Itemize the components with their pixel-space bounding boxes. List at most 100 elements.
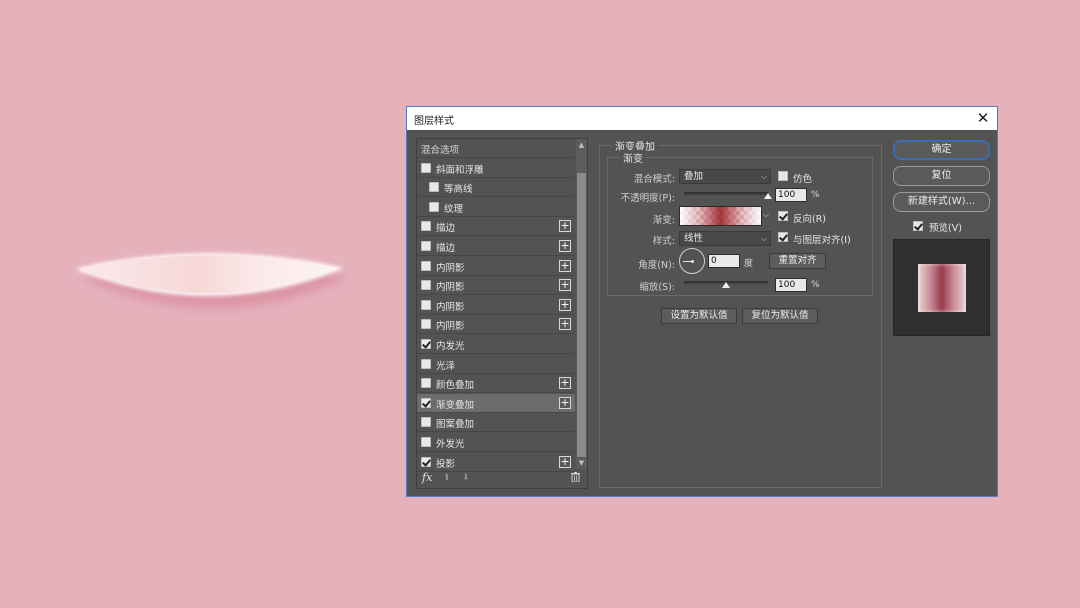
style-item-checkbox[interactable] xyxy=(421,358,431,369)
style-item-label: 斜面和浮雕 xyxy=(436,164,484,176)
blending-options-label: 混合选项 xyxy=(421,145,460,156)
scale-input[interactable]: 100 xyxy=(775,278,807,292)
scale-slider[interactable] xyxy=(684,281,768,288)
style-item-checkbox[interactable] xyxy=(421,397,431,408)
fx-toolbar: fx ⬆ ⬇ xyxy=(417,469,587,489)
style-item[interactable]: 外发光 xyxy=(417,433,575,452)
style-item-checkbox[interactable] xyxy=(429,182,439,193)
reset-align-button[interactable]: 重置对齐 xyxy=(769,253,826,269)
style-item[interactable]: 内阴影 + xyxy=(417,315,575,335)
style-item-checkbox[interactable] xyxy=(421,319,431,330)
style-item-checkbox[interactable] xyxy=(421,437,431,447)
style-item-label: 内阴影 xyxy=(436,262,465,274)
style-item[interactable]: 等高线 xyxy=(417,178,575,198)
close-icon[interactable]: ✕ xyxy=(973,108,993,128)
styles-scrollbar[interactable]: ▲ ▼ xyxy=(576,139,587,469)
style-item-label: 等高线 xyxy=(444,184,473,196)
style-item-checkbox[interactable] xyxy=(421,378,431,389)
add-style-icon[interactable]: + xyxy=(559,279,571,292)
style-item-checkbox[interactable] xyxy=(421,162,431,173)
gradient-picker[interactable] xyxy=(679,206,762,226)
style-item-checkbox[interactable] xyxy=(421,280,431,291)
style-item-checkbox[interactable] xyxy=(421,417,431,428)
gradient-label: 渐变: xyxy=(652,215,675,226)
reset-button[interactable]: 复位 xyxy=(893,166,990,186)
style-item-checkbox[interactable] xyxy=(421,299,431,310)
style-item-checkbox[interactable] xyxy=(421,339,431,349)
opacity-input[interactable]: 100 xyxy=(775,188,807,202)
set-default-button[interactable]: 设置为默认值 xyxy=(661,308,737,324)
align-with-layer-checkbox[interactable] xyxy=(778,232,788,242)
style-item[interactable]: 纹理 xyxy=(417,198,575,217)
style-item-checkbox[interactable] xyxy=(421,221,431,232)
style-item[interactable]: 颜色叠加 + xyxy=(417,374,575,394)
style-label: 样式: xyxy=(652,236,675,247)
angle-input[interactable]: 0 xyxy=(708,254,740,268)
new-style-button[interactable]: 新建样式(W)... xyxy=(893,192,990,212)
ok-button[interactable]: 确定 xyxy=(893,140,990,160)
scroll-up-icon[interactable]: ▲ xyxy=(576,139,587,151)
style-item[interactable]: 内阴影 + xyxy=(417,257,575,276)
style-item-label: 图案叠加 xyxy=(436,419,475,431)
scale-slider-knob[interactable] xyxy=(722,282,730,288)
add-style-icon[interactable]: + xyxy=(559,377,571,390)
scale-unit: % xyxy=(811,280,820,290)
style-item-label: 外发光 xyxy=(436,439,465,450)
opacity-unit: % xyxy=(811,190,820,200)
dialog-title: 图层样式 xyxy=(414,116,454,127)
gradient-overlay-group: 渐变叠加 渐变 混合模式: 叠加 ⌵ 仿色 不透明度(P): 100 % 渐变:… xyxy=(599,138,882,488)
arrow-up-icon[interactable]: ⬆ xyxy=(443,473,451,483)
angle-center-dot xyxy=(691,260,694,263)
scroll-down-icon[interactable]: ▼ xyxy=(576,457,587,469)
reverse-checkbox[interactable] xyxy=(778,211,788,221)
angle-unit: 度 xyxy=(744,259,754,269)
style-item-label: 颜色叠加 xyxy=(436,380,475,392)
style-item[interactable]: 图案叠加 xyxy=(417,413,575,433)
dither-checkbox[interactable] xyxy=(778,171,788,181)
style-item[interactable]: 内阴影 + xyxy=(417,276,575,296)
add-style-icon[interactable]: + xyxy=(559,240,571,252)
add-style-icon[interactable]: + xyxy=(559,259,571,272)
chevron-down-icon[interactable]: ⌵ xyxy=(763,210,769,220)
style-item-checkbox[interactable] xyxy=(429,201,439,212)
style-item-label: 描边 xyxy=(436,223,456,235)
style-item-label: 内阴影 xyxy=(436,301,465,313)
arrow-down-icon[interactable]: ⬇ xyxy=(462,473,470,483)
opacity-slider-knob[interactable] xyxy=(764,193,772,199)
style-item-label: 光泽 xyxy=(436,360,456,372)
add-style-icon[interactable]: + xyxy=(559,396,571,409)
scroll-thumb[interactable] xyxy=(577,173,586,457)
opacity-slider[interactable] xyxy=(684,192,772,199)
style-item-checkbox[interactable] xyxy=(421,241,431,251)
style-item[interactable]: 内阴影 + xyxy=(417,296,575,315)
gradient-style-select[interactable]: 线性 ⌵ xyxy=(679,231,771,246)
fx-button[interactable]: fx xyxy=(422,471,432,484)
style-item-label: 内发光 xyxy=(436,341,465,352)
style-item[interactable]: 描边 + xyxy=(417,217,575,237)
scale-label: 缩放(S): xyxy=(639,282,675,293)
layer-style-dialog: 图层样式 ✕ 混合选项 斜面和浮雕 等高线 纹理 描边 + 描边 + 内阴影 + 内阴影 + 内阴影 +… xyxy=(406,106,998,497)
blending-options-item[interactable]: 混合选项 xyxy=(417,139,575,158)
style-item[interactable]: 描边 + xyxy=(417,237,575,256)
add-style-icon[interactable]: + xyxy=(559,298,571,311)
styles-list-panel: 混合选项 斜面和浮雕 等高线 纹理 描边 + 描边 + 内阴影 + 内阴影 + 内阴影 + 内阴影 + 内发光… xyxy=(416,138,588,489)
style-item-checkbox[interactable] xyxy=(421,260,431,271)
style-item[interactable]: 光泽 xyxy=(417,355,575,374)
petal-artwork xyxy=(75,253,348,309)
add-style-icon[interactable]: + xyxy=(559,220,571,233)
chevron-down-icon: ⌵ xyxy=(760,234,767,243)
style-item[interactable]: 内发光 xyxy=(417,335,575,354)
trash-icon[interactable] xyxy=(571,472,580,482)
add-style-icon[interactable]: + xyxy=(559,318,571,331)
style-item-checkbox[interactable] xyxy=(421,456,431,467)
blend-mode-select[interactable]: 叠加 ⌵ xyxy=(679,169,771,184)
preview-checkbox[interactable] xyxy=(913,221,923,231)
blend-mode-value: 叠加 xyxy=(684,171,704,182)
style-item[interactable]: 斜面和浮雕 xyxy=(417,159,575,178)
style-item[interactable]: 渐变叠加 + xyxy=(417,393,575,413)
style-item-label: 渐变叠加 xyxy=(436,399,475,411)
add-style-icon[interactable]: + xyxy=(559,455,571,468)
angle-dial[interactable] xyxy=(679,248,705,274)
preview-label: 预览(V) xyxy=(929,223,962,234)
reset-default-button[interactable]: 复位为默认值 xyxy=(742,308,818,324)
